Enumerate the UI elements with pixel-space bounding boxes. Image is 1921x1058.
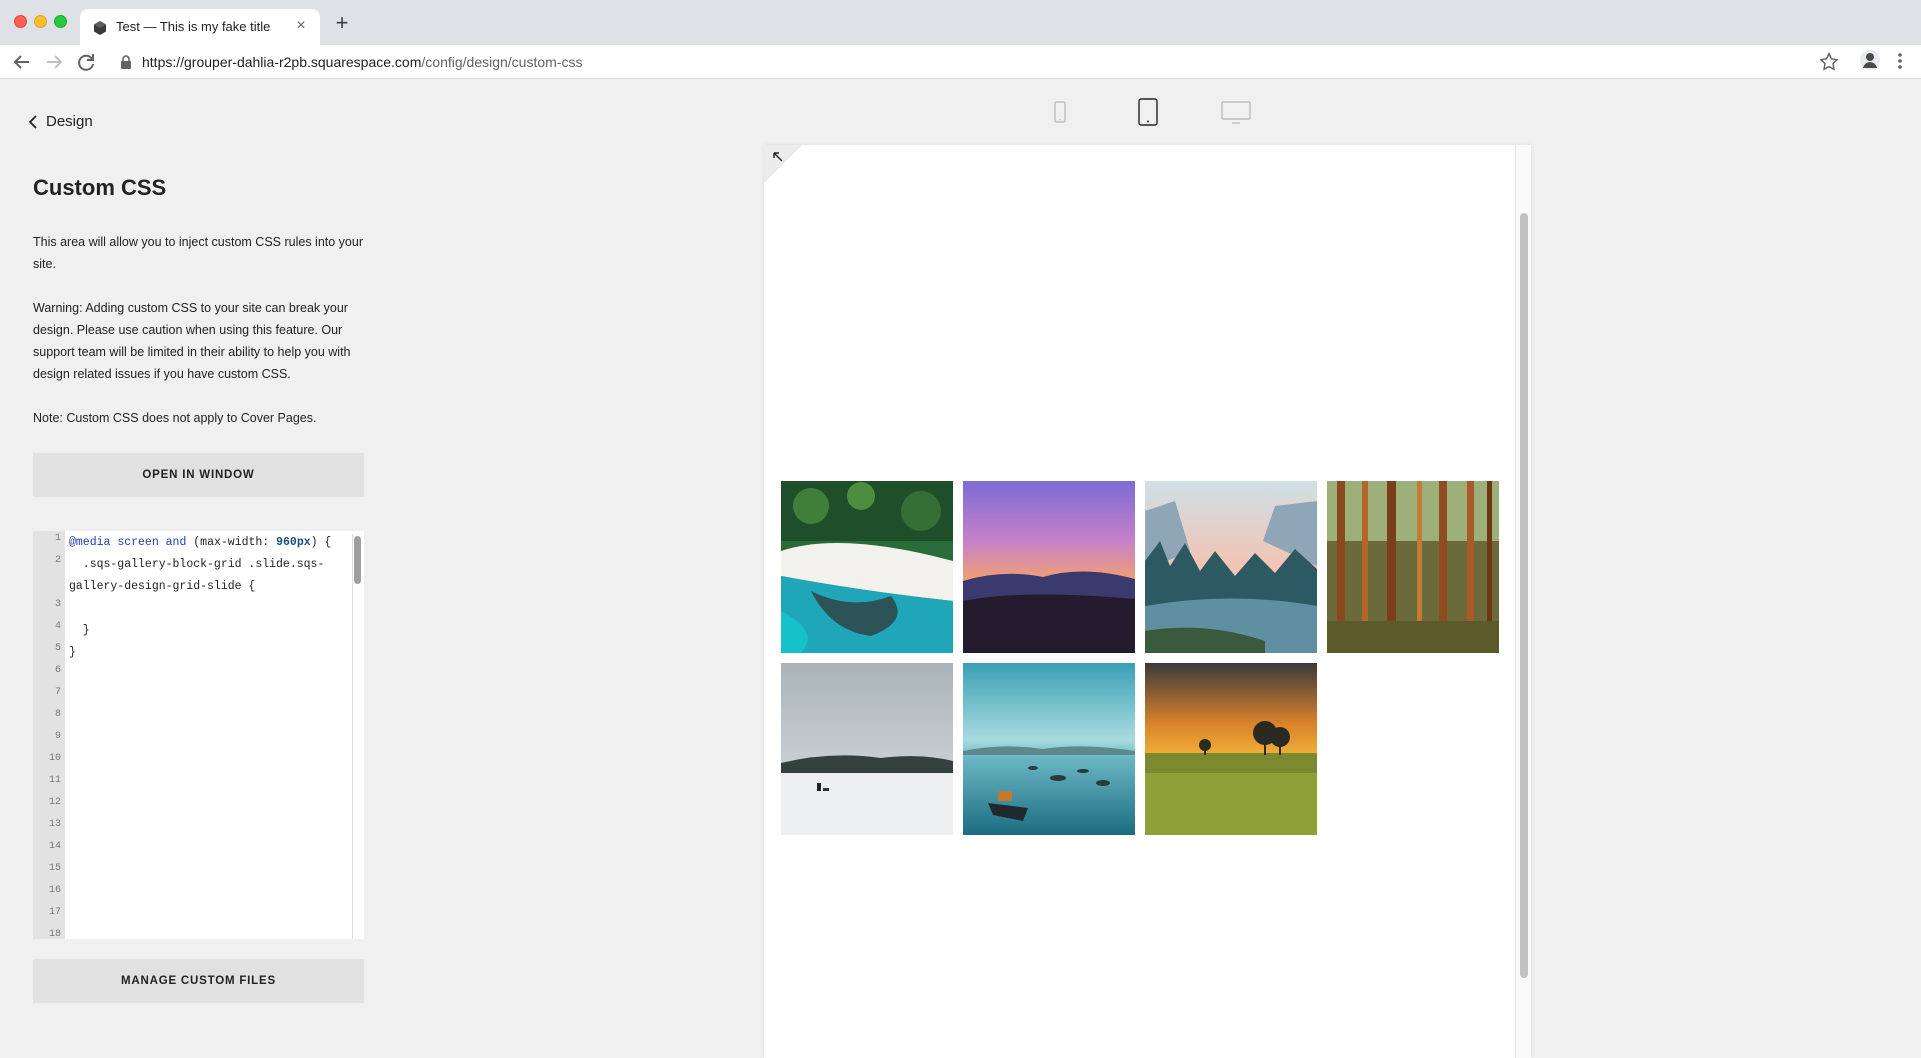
editor-scrollbar-thumb[interactable]: [354, 536, 361, 584]
gallery-image-snowy-field[interactable]: [781, 663, 953, 835]
url-text: https://grouper-dahlia-r2pb.squarespace.…: [142, 54, 582, 70]
panel-description: This area will allow you to inject custo…: [33, 235, 363, 271]
custom-css-panel: Design Custom CSS This area will allow y…: [0, 79, 398, 1058]
preview-scrollbar-thumb[interactable]: [1520, 213, 1528, 978]
image-gallery-grid: [781, 481, 1501, 835]
manage-custom-files-button[interactable]: MANAGE CUSTOM FILES: [33, 959, 364, 1003]
tablet-icon: [1138, 98, 1158, 126]
line-number: 9: [54, 731, 61, 742]
panel-warning: Warning: Adding custom CSS to your site …: [33, 301, 351, 381]
code-keyword: and: [165, 536, 187, 549]
open-in-window-button[interactable]: OPEN IN WINDOW: [33, 453, 364, 497]
preview-scrollbar[interactable]: [1515, 145, 1531, 1058]
address-bar[interactable]: https://grouper-dahlia-r2pb.squarespace.…: [110, 49, 1850, 75]
line-number: 2: [54, 555, 61, 566]
desktop-monitor-icon: [1221, 101, 1251, 124]
line-number: 17: [48, 907, 61, 918]
site-preview-frame[interactable]: [764, 145, 1531, 1058]
code-text: (max-width:: [193, 536, 270, 549]
tab-close-icon[interactable]: ×: [292, 17, 310, 35]
code-line: }: [69, 646, 76, 659]
gallery-image-savanna-sunset[interactable]: [1145, 663, 1317, 835]
code-line: @media screen and (max-width: 960px) {: [69, 531, 341, 553]
line-number: 15: [48, 863, 61, 874]
more-menu-icon[interactable]: [1893, 50, 1907, 72]
gallery-image-graphic: [1327, 481, 1499, 653]
window-close-button[interactable]: [14, 15, 27, 28]
chevron-left-icon: [28, 114, 37, 129]
line-number: 14: [48, 841, 61, 852]
line-number-gutter: 1 2 3 4 5 6 7 8 9 10 11 12 13 14 15 16 1…: [33, 531, 65, 939]
gallery-image-aerial-beach[interactable]: [781, 481, 953, 653]
code-text: ) {: [310, 536, 332, 549]
panel-note: Note: Custom CSS does not apply to Cover…: [33, 411, 317, 425]
code-line: }: [69, 624, 90, 637]
gallery-image-graphic: [781, 481, 953, 653]
gallery-image-graphic: [963, 663, 1135, 835]
browser-tab[interactable]: Test — This is my fake title ×: [80, 9, 320, 45]
code-line: gallery-design-grid-slide {: [69, 580, 256, 593]
gallery-image-pine-forest[interactable]: [1327, 481, 1499, 653]
line-number: 1: [54, 533, 61, 544]
profile-avatar-icon[interactable]: [1860, 50, 1880, 70]
window-minimize-button[interactable]: [34, 15, 47, 28]
page-title: Custom CSS: [33, 175, 167, 200]
code-content[interactable]: @media screen and (max-width: 960px) { .…: [69, 531, 341, 663]
line-number: 10: [48, 753, 61, 764]
css-code-editor[interactable]: 1 2 3 4 5 6 7 8 9 10 11 12 13 14 15 16 1…: [33, 531, 364, 939]
collapse-arrow-icon[interactable]: [772, 151, 784, 163]
gallery-image-harbor-boats[interactable]: [963, 663, 1135, 835]
line-number: 13: [48, 819, 61, 830]
bookmark-star-icon[interactable]: [1818, 51, 1840, 73]
url-path: /config/design/custom-css: [421, 54, 583, 70]
line-number: 6: [54, 665, 61, 676]
line-number: [33, 575, 65, 597]
line-number: 16: [48, 885, 61, 896]
back-label: Design: [46, 113, 93, 130]
code-number: 960px: [276, 536, 311, 549]
mobile-view-toggle[interactable]: [1052, 98, 1068, 126]
gallery-image-valley-river[interactable]: [1145, 481, 1317, 653]
line-number: 3: [54, 599, 61, 610]
lock-icon: [121, 55, 131, 69]
line-number: 11: [48, 775, 61, 786]
back-to-design-link[interactable]: Design: [28, 113, 93, 130]
line-number: 4: [54, 621, 61, 632]
line-number: 7: [54, 687, 61, 698]
desktop-view-toggle[interactable]: [1221, 98, 1251, 126]
code-line: .sqs-gallery-block-grid .slide.sqs-: [69, 558, 325, 571]
line-number: 8: [54, 709, 61, 720]
line-number: 12: [48, 797, 61, 808]
gallery-image-mountain-sunset[interactable]: [963, 481, 1135, 653]
new-tab-plus-icon[interactable]: +: [330, 12, 354, 36]
gallery-image-graphic: [1145, 481, 1317, 653]
gallery-image-graphic: [963, 481, 1135, 653]
back-arrow-icon[interactable]: [10, 50, 34, 74]
browser-toolbar: https://grouper-dahlia-r2pb.squarespace.…: [0, 45, 1921, 79]
gallery-image-graphic: [781, 663, 953, 835]
code-at-rule: @media: [69, 536, 111, 549]
gallery-image-graphic: [1145, 663, 1317, 835]
reload-icon[interactable]: [74, 50, 98, 74]
window-maximize-button[interactable]: [54, 15, 67, 28]
squarespace-favicon-icon: [94, 21, 106, 35]
tablet-view-toggle[interactable]: [1137, 98, 1159, 126]
forward-arrow-icon[interactable]: [42, 50, 66, 74]
browser-tab-strip: Test — This is my fake title × +: [0, 0, 1921, 45]
line-number: 18: [48, 929, 61, 939]
tab-title: Test — This is my fake title: [116, 19, 271, 34]
url-host: https://grouper-dahlia-r2pb.squarespace.…: [142, 54, 422, 70]
line-number: 5: [54, 643, 61, 654]
mobile-phone-icon: [1054, 101, 1066, 123]
code-keyword: screen: [117, 536, 159, 549]
editor-scrollbar[interactable]: [352, 534, 362, 939]
